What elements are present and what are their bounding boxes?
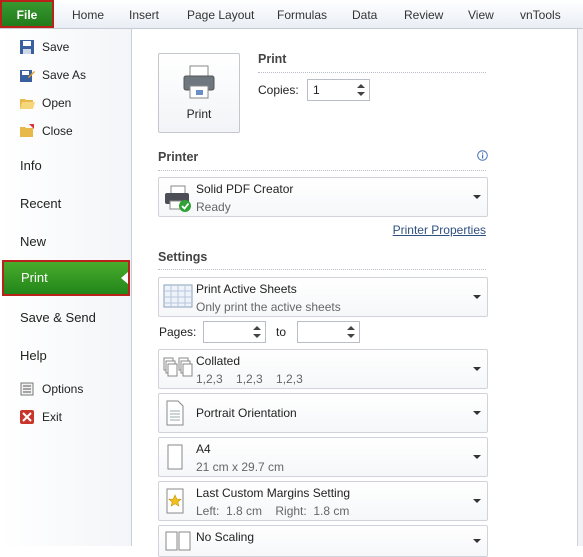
collation-title: Collated [196,354,241,368]
pages-to-stepper[interactable] [297,321,360,343]
collated-icon [163,357,193,377]
ribbon-tabs: File Home Insert Page Layout Formulas Da… [0,0,583,29]
nav-save-send[interactable]: Save & Send [20,310,96,325]
spin-up-icon[interactable] [347,326,355,330]
info-icon[interactable] [477,150,488,161]
nav-close[interactable]: Close [0,117,131,145]
nav-close-label: Close [42,124,73,138]
tab-page-layout[interactable]: Page Layout [187,0,254,28]
paper-size-title: A4 [196,442,211,456]
nav-recent[interactable]: Recent [20,196,61,211]
backstage-nav: Save Save As Open Close Info Recent New … [0,29,132,546]
printer-divider [158,170,486,171]
nav-exit[interactable]: Exit [0,403,131,431]
printer-dropdown[interactable]: Solid PDF Creator Ready [158,177,488,217]
nav-save-as-label: Save As [42,68,87,82]
spin-down-icon[interactable] [253,334,261,338]
scrollbar[interactable] [577,29,583,546]
nav-open[interactable]: Open [0,89,131,117]
chevron-down-icon [473,367,481,371]
settings-section-title: Settings [158,250,208,264]
spin-down-icon[interactable] [357,92,365,96]
active-sheets-icon [163,284,193,308]
paper-size-subtitle: 21 cm x 29.7 cm [196,460,285,474]
no-scaling-icon [165,531,191,551]
print-divider [258,72,486,73]
nav-help[interactable]: Help [20,348,47,363]
orientation-title: Portrait Orientation [196,406,297,420]
spin-up-icon[interactable] [357,84,365,88]
nav-options-label: Options [42,382,84,396]
tab-vntools[interactable]: vnTools [520,0,561,28]
pages-label: Pages: [159,325,197,339]
chevron-down-icon [473,411,481,415]
tab-file[interactable]: File [0,0,54,28]
custom-margins-icon [166,488,184,514]
margins-subtitle: Left: 1.8 cm Right: 1.8 cm [196,504,350,518]
copies-stepper[interactable]: 1 [307,79,370,101]
print-panel: Print Print Copies: 1 Printer Solid PDF … [132,29,577,557]
printer-icon [183,65,215,99]
margins-dropdown[interactable]: Last Custom Margins Setting Left: 1.8 cm… [158,481,488,521]
tab-home[interactable]: Home [72,0,104,28]
orientation-dropdown[interactable]: Portrait Orientation [158,393,488,433]
print-button[interactable]: Print [158,53,240,133]
margins-title: Last Custom Margins Setting [196,486,351,500]
print-section-title: Print [258,52,287,66]
tab-review[interactable]: Review [404,0,443,28]
printer-name: Solid PDF Creator [196,182,294,196]
exit-icon [20,410,34,424]
spin-down-icon[interactable] [347,334,355,338]
nav-save[interactable]: Save [0,33,131,61]
pages-from-stepper[interactable] [203,321,266,343]
tab-data[interactable]: Data [352,0,377,28]
options-icon [20,382,34,396]
chevron-down-icon [473,295,481,299]
spin-up-icon[interactable] [253,326,261,330]
print-button-label: Print [186,107,212,121]
chevron-down-icon [473,539,481,543]
copies-label: Copies: [258,83,299,97]
chevron-down-icon [473,455,481,459]
save-icon [20,40,34,54]
copies-value: 1 [313,83,320,97]
tab-view[interactable]: View [468,0,494,28]
paper-size-icon [167,444,183,470]
nav-print[interactable]: Print [2,260,130,296]
printer-status: Ready [196,200,231,214]
nav-exit-label: Exit [42,410,63,424]
chevron-down-icon [473,499,481,503]
print-what-title: Print Active Sheets [196,282,297,296]
open-folder-icon [20,99,35,109]
nav-save-label: Save [42,40,70,54]
nav-save-as[interactable]: Save As [0,61,131,89]
tab-insert[interactable]: Insert [129,0,159,28]
close-folder-icon [20,124,34,137]
chevron-down-icon [473,195,481,199]
paper-size-dropdown[interactable]: A4 21 cm x 29.7 cm [158,437,488,477]
nav-print-label: Print [21,270,48,285]
nav-new[interactable]: New [20,234,46,249]
nav-info[interactable]: Info [20,158,42,173]
nav-options[interactable]: Options [0,375,131,403]
save-as-icon [20,70,35,82]
scaling-title: No Scaling [196,530,255,544]
collation-subtitle: 1,2,3 1,2,3 1,2,3 [196,372,303,386]
printer-ready-icon [165,185,191,212]
tab-formulas[interactable]: Formulas [277,0,327,28]
printer-properties-link[interactable]: Printer Properties [393,223,486,237]
print-what-subtitle: Only print the active sheets [196,300,341,314]
nav-open-label: Open [42,96,72,110]
selected-indicator-icon [121,272,128,284]
collation-dropdown[interactable]: Collated 1,2,3 1,2,3 1,2,3 [158,349,488,389]
pages-to-label: to [276,325,287,339]
print-what-dropdown[interactable]: Print Active Sheets Only print the activ… [158,277,488,317]
printer-section-title: Printer [158,150,199,164]
scaling-dropdown[interactable]: No Scaling [158,525,488,557]
portrait-orientation-icon [166,400,184,426]
settings-divider [158,269,486,270]
